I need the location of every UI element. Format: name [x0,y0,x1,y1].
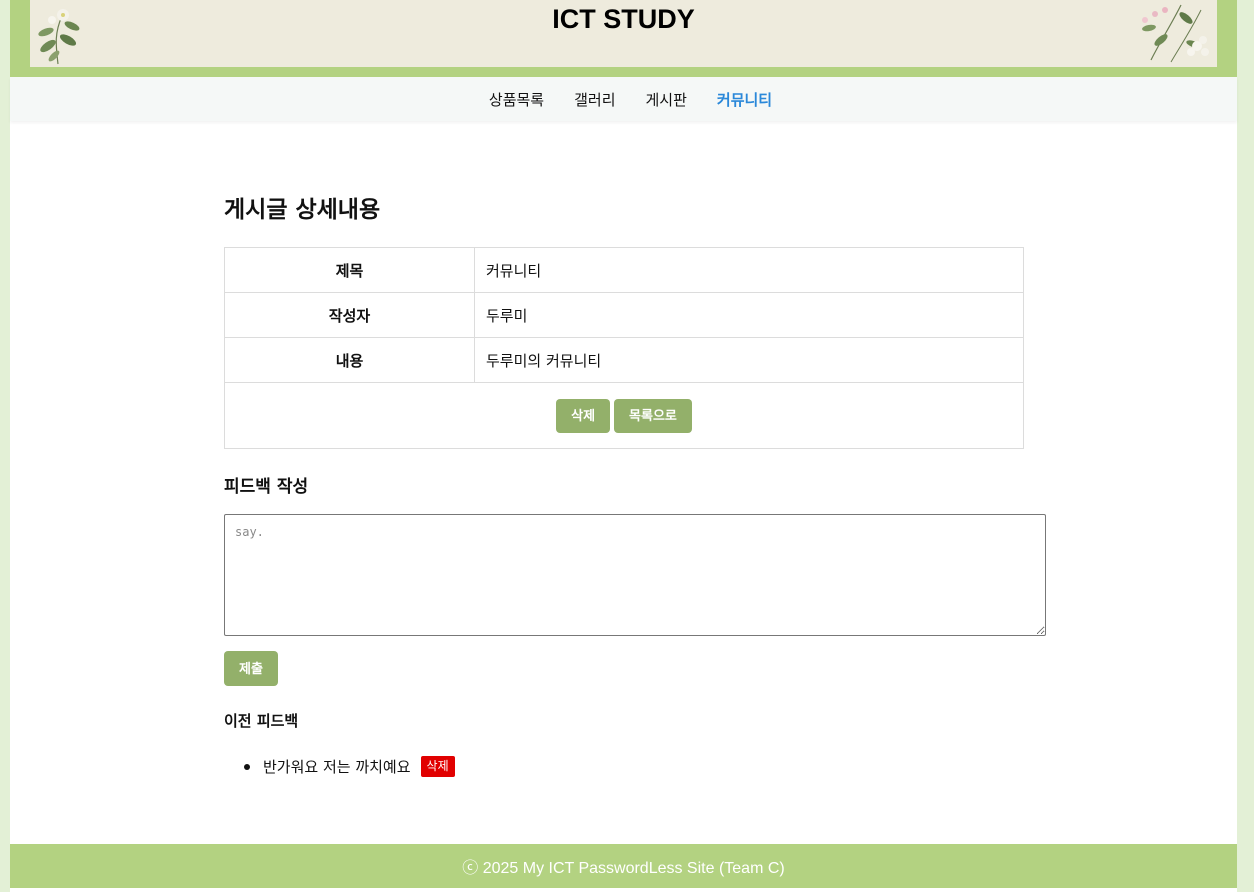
site-footer: ⓒ 2025 My ICT PasswordLess Site (Team C) [10,844,1237,888]
list-item: 반가워요 저는 까치예요 삭제 [244,756,455,777]
delete-post-button[interactable]: 삭제 [556,398,611,433]
back-to-list-button[interactable]: 목록으로 [614,398,692,433]
bullet-icon [244,763,250,770]
feedback-text: 반가워요 저는 까치예요 [263,758,411,776]
row-value-title: 커뮤니티 [474,247,1024,293]
post-actions: 삭제 목록으로 [224,382,1024,449]
footer-text: ⓒ 2025 My ICT PasswordLess Site (Team C) [462,860,785,877]
main-content: 게시글 상세내용 제목 커뮤니티 작성자 두루미 내용 두루미의 커뮤니티 삭제… [224,190,1054,777]
main-nav: 상품목록 갤러리 게시판 커뮤니티 [10,77,1237,121]
table-row: 내용 두루미의 커뮤니티 [224,337,1024,383]
row-label-title: 제목 [224,247,475,293]
feedback-textarea[interactable] [224,514,1046,636]
row-label-content: 내용 [224,337,475,383]
page: ICT STUDY 상품목록 갤러리 게시판 커뮤니티 게시글 상세내용 제목 … [10,0,1237,892]
submit-feedback-button[interactable]: 제출 [224,651,278,686]
nav-item-products[interactable]: 상품목록 [489,89,544,110]
feedback-list: 반가워요 저는 까치예요 삭제 [244,756,455,777]
delete-feedback-button[interactable]: 삭제 [420,756,455,777]
post-detail-table: 제목 커뮤니티 작성자 두루미 내용 두루미의 커뮤니티 삭제 목록으로 [224,247,1024,449]
site-title[interactable]: ICT STUDY [30,4,1217,35]
nav-item-board[interactable]: 게시판 [646,89,687,110]
table-row: 작성자 두루미 [224,292,1024,338]
header-banner: ICT STUDY [30,0,1217,67]
site-header: ICT STUDY [10,0,1237,77]
floral-right-icon [1142,4,1209,63]
nav-items: 상품목록 갤러리 게시판 커뮤니티 [10,77,1237,121]
row-value-content: 두루미의 커뮤니티 [474,337,1024,383]
feedback-heading: 피드백 작성 [224,477,309,497]
row-value-author: 두루미 [474,292,1024,338]
row-label-author: 작성자 [224,292,475,338]
table-row: 제목 커뮤니티 [224,247,1024,293]
previous-feedback-heading: 이전 피드백 [224,712,299,730]
page-title: 게시글 상세내용 [224,197,381,223]
nav-item-community[interactable]: 커뮤니티 [717,89,772,110]
nav-item-gallery[interactable]: 갤러리 [574,89,615,110]
table-row-actions: 삭제 목록으로 [224,382,1024,449]
